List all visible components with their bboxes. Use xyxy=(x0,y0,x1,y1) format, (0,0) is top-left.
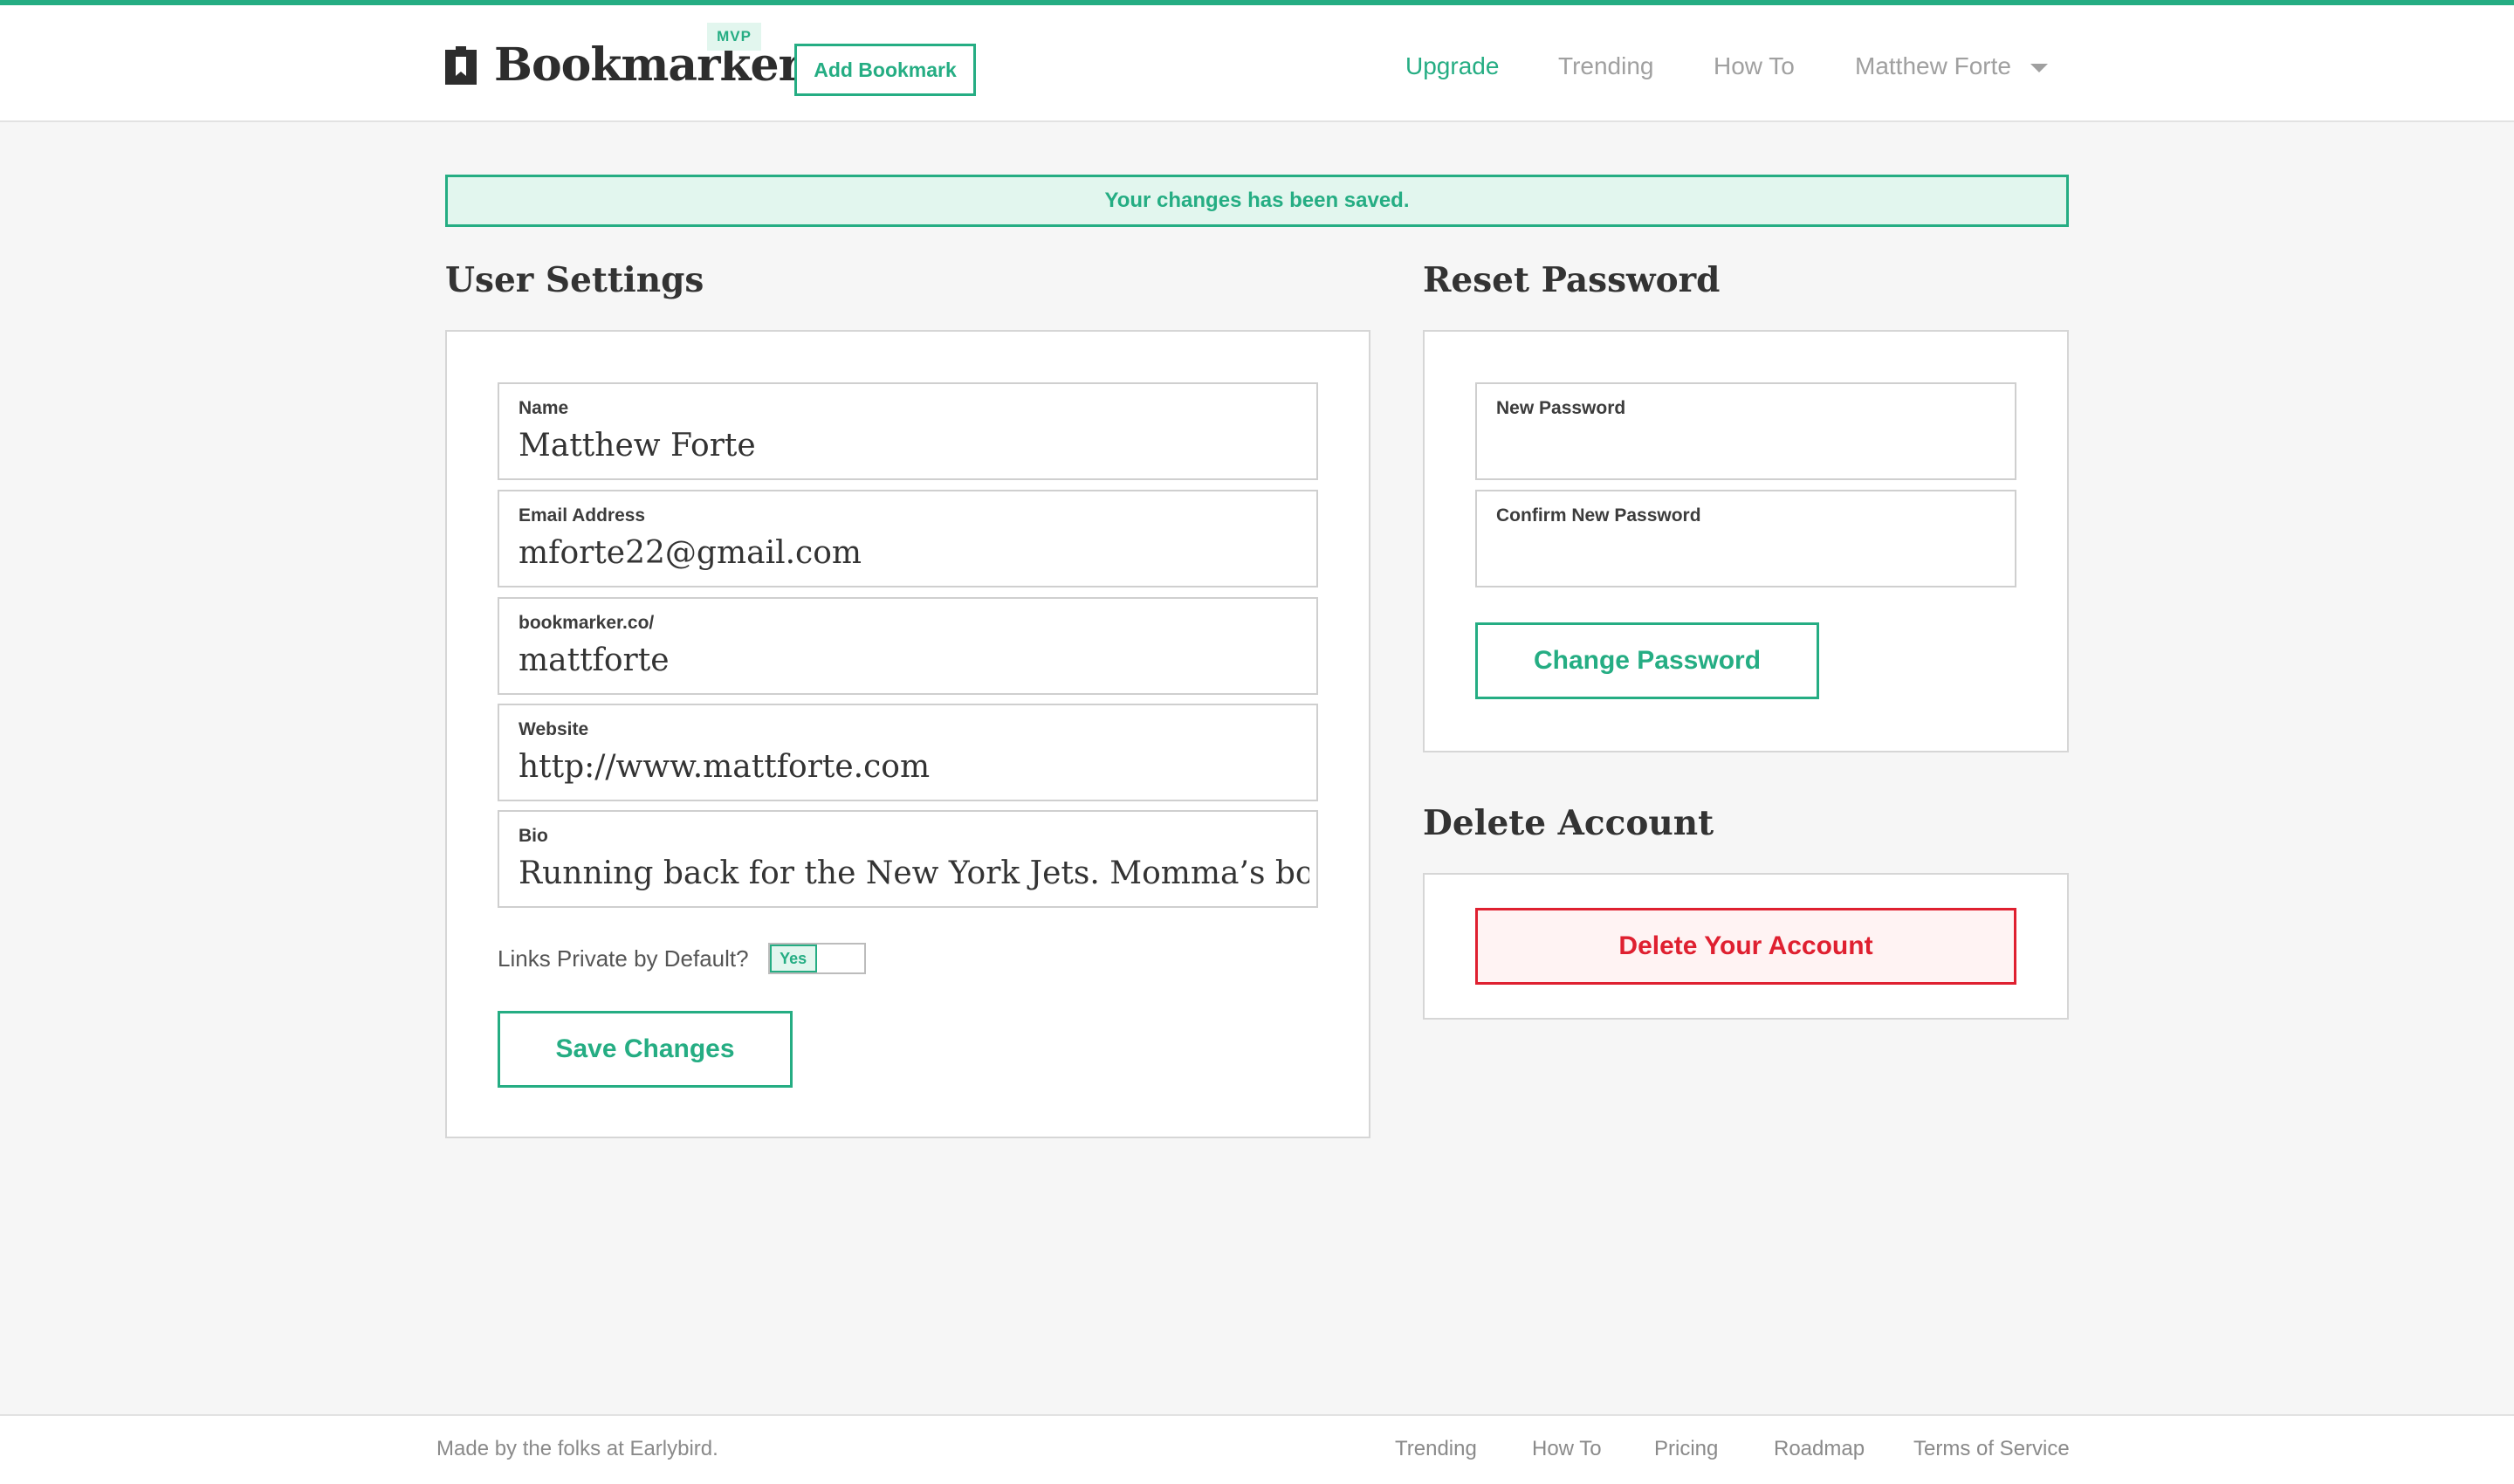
user-settings-title: User Settings xyxy=(445,260,704,300)
user-menu-name: Matthew Forte xyxy=(1855,52,2011,79)
footer-credit: Made by the folks at Earlybird. xyxy=(436,1437,718,1460)
private-default-toggle[interactable]: Yes xyxy=(767,943,866,974)
add-bookmark-button[interactable]: Add Bookmark xyxy=(794,44,976,96)
private-default-label: Links Private by Default? xyxy=(498,945,749,972)
delete-account-button[interactable]: Delete Your Account xyxy=(1475,908,2016,985)
change-password-button[interactable]: Change Password xyxy=(1475,622,1819,699)
website-label: Website xyxy=(519,719,589,739)
footer: Made by the folks at Earlybird. Trending… xyxy=(0,1414,2514,1484)
toggle-state: Yes xyxy=(769,945,817,972)
footer-link-trending[interactable]: Trending xyxy=(1395,1437,1477,1461)
user-menu[interactable]: Matthew Forte xyxy=(1855,52,2048,80)
confirm-password-label: Confirm New Password xyxy=(1496,505,1701,526)
delete-account-title: Delete Account xyxy=(1423,803,1714,843)
bio-value: Running back for the New York Jets. Momm… xyxy=(519,855,1309,891)
username-label: bookmarker.co/ xyxy=(519,613,655,633)
footer-link-pricing[interactable]: Pricing xyxy=(1654,1437,1718,1461)
new-password-field[interactable]: New Password xyxy=(1475,382,2016,480)
bio-field[interactable]: Bio Running back for the New York Jets. … xyxy=(498,810,1318,908)
website-field[interactable]: Website http://www.mattforte.com xyxy=(498,704,1318,801)
reset-password-title: Reset Password xyxy=(1423,260,1721,300)
chevron-down-icon xyxy=(2030,63,2048,72)
footer-link-terms[interactable]: Terms of Service xyxy=(1913,1437,2070,1461)
private-default-row: Links Private by Default? Yes xyxy=(498,943,866,974)
website-value: http://www.mattforte.com xyxy=(519,749,931,785)
footer-link-how-to[interactable]: How To xyxy=(1532,1437,1602,1461)
confirm-password-field[interactable]: Confirm New Password xyxy=(1475,490,2016,587)
bookmark-logo-icon xyxy=(445,45,477,85)
nav-upgrade[interactable]: Upgrade xyxy=(1405,52,1499,80)
name-value: Matthew Forte xyxy=(519,428,756,464)
name-field[interactable]: Name Matthew Forte xyxy=(498,382,1318,480)
nav-trending[interactable]: Trending xyxy=(1558,52,1653,80)
username-value: mattforte xyxy=(519,642,670,678)
bio-label: Bio xyxy=(519,826,548,846)
nav-how-to[interactable]: How To xyxy=(1714,52,1795,80)
email-value: mforte22@gmail.com xyxy=(519,535,862,571)
username-field[interactable]: bookmarker.co/ mattforte xyxy=(498,597,1318,695)
top-navbar: Bookmarker MVP Add Bookmark Upgrade Tren… xyxy=(0,5,2514,122)
success-banner: Your changes has been saved. xyxy=(445,175,2069,227)
name-label: Name xyxy=(519,398,569,418)
footer-link-roadmap[interactable]: Roadmap xyxy=(1774,1437,1865,1461)
new-password-label: New Password xyxy=(1496,398,1626,418)
save-changes-button[interactable]: Save Changes xyxy=(498,1011,793,1088)
mvp-badge: MVP xyxy=(707,23,761,51)
email-field[interactable]: Email Address mforte22@gmail.com xyxy=(498,490,1318,587)
email-label: Email Address xyxy=(519,505,646,526)
